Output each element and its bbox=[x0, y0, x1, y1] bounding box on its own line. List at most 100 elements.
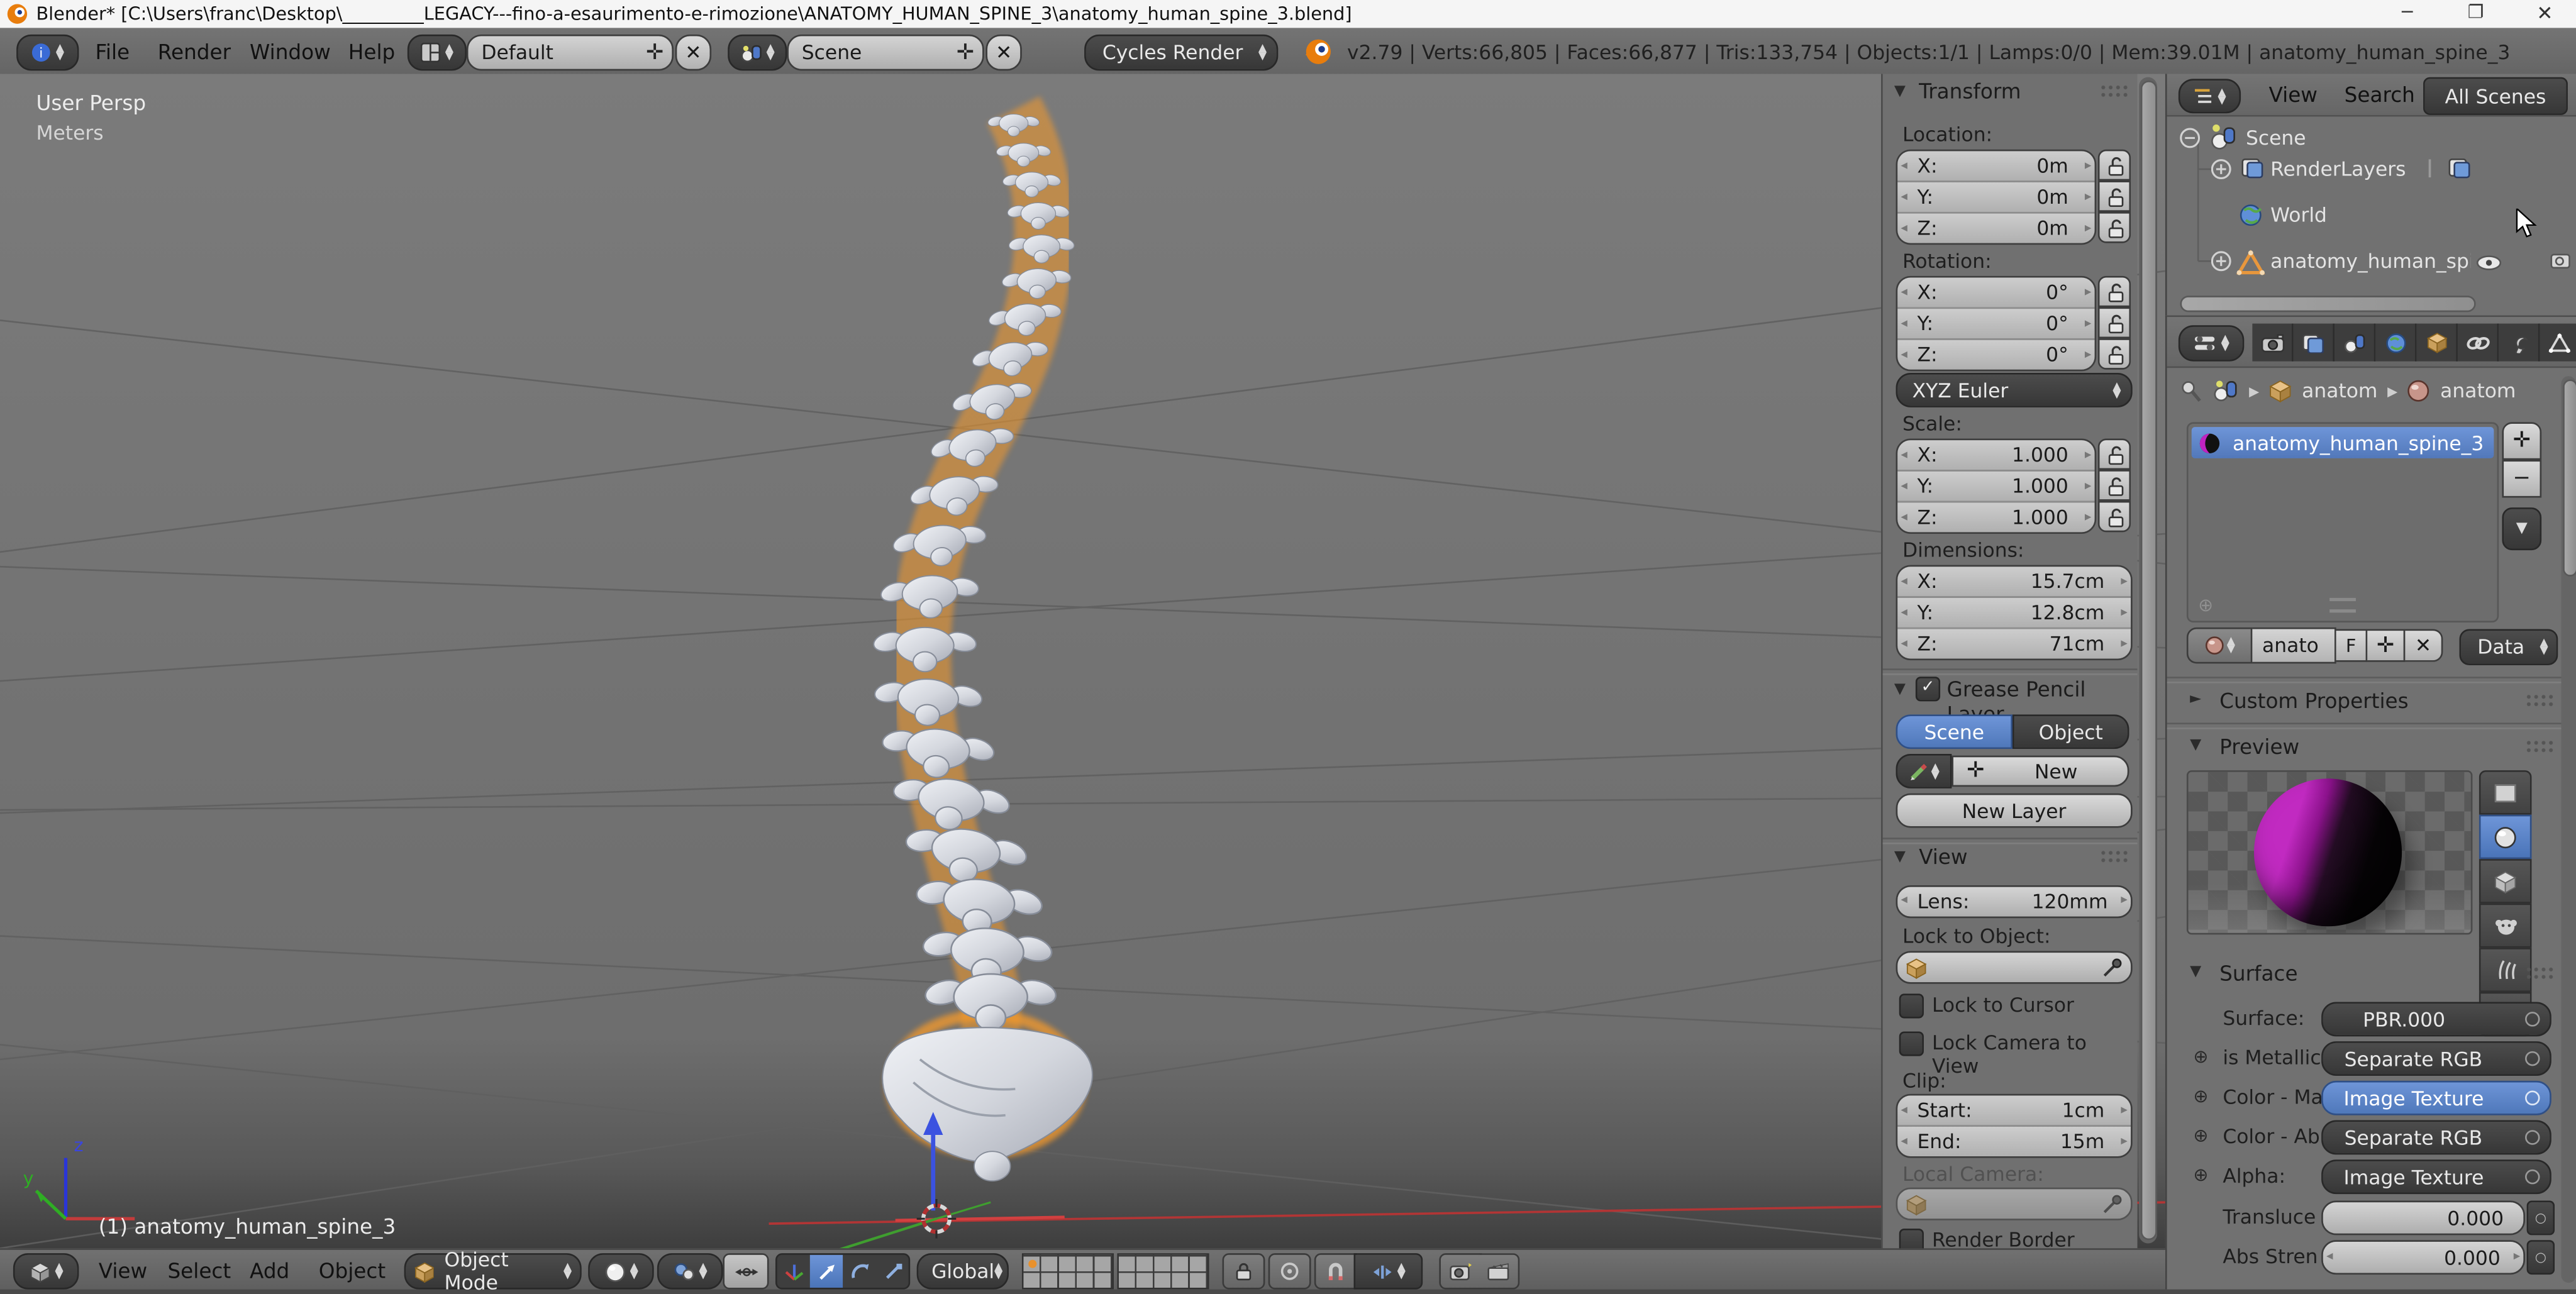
panel-grip[interactable] bbox=[2099, 84, 2129, 99]
scale-x-field[interactable]: ◂ X: 1.000 ▸ bbox=[1897, 440, 2095, 470]
collapse-icon[interactable]: ▼ bbox=[2190, 964, 2201, 980]
alpha-dropdown[interactable]: Image Texture bbox=[2321, 1159, 2551, 1195]
color-ab-dropdown[interactable]: Separate RGB bbox=[2321, 1120, 2551, 1155]
preview-hair-button[interactable] bbox=[2479, 948, 2532, 992]
material-name-field[interactable]: anato bbox=[2252, 627, 2336, 664]
collapse-icon[interactable]: ▼ bbox=[1894, 849, 1906, 866]
menu-help[interactable]: Help bbox=[338, 40, 405, 64]
editor-type-selector-3dview[interactable]: ▲ ▼ bbox=[13, 1253, 79, 1290]
preview-sphere-button[interactable] bbox=[2479, 814, 2532, 860]
location-y-field[interactable]: ◂ Y: 0m ▸ bbox=[1897, 180, 2095, 212]
proportional-edit-button[interactable] bbox=[1268, 1253, 1311, 1290]
rotation-y-field[interactable]: ◂ Y: 0° ▸ bbox=[1897, 307, 2095, 339]
add-menu[interactable]: Add bbox=[240, 1258, 299, 1283]
manipulator-axes-button[interactable] bbox=[777, 1255, 810, 1288]
panel-grip[interactable] bbox=[2525, 739, 2555, 755]
outliner-item-renderlayers[interactable]: RenderLayers bbox=[2270, 158, 2406, 181]
plus-circle-icon[interactable]: ⊕ bbox=[2193, 1086, 2208, 1107]
snap-element-dropdown[interactable]: ▲ ▼ bbox=[1353, 1253, 1423, 1290]
screen-layout-field[interactable]: Default ✛ bbox=[466, 34, 674, 71]
dimensions-y-field[interactable]: ◂ Y: 12.8cm ▸ bbox=[1897, 596, 2131, 628]
clip-start-field[interactable]: ◂ Start: 1cm ▸ bbox=[1897, 1095, 2131, 1125]
eyedropper-icon[interactable] bbox=[2101, 957, 2123, 978]
panel-grip[interactable] bbox=[2525, 966, 2555, 981]
lock-icon[interactable] bbox=[2097, 180, 2131, 212]
surface-shader-dropdown[interactable]: PBR.000 bbox=[2321, 1002, 2551, 1037]
tab-data[interactable] bbox=[2540, 323, 2576, 362]
scrollbar-thumb[interactable] bbox=[2562, 379, 2576, 577]
mode-dropdown[interactable]: Object Mode ▲ ▼ bbox=[404, 1248, 582, 1294]
minimize-button[interactable]: ─ bbox=[2402, 2, 2412, 23]
spine-model[interactable] bbox=[870, 114, 1094, 1182]
transform-orientation-dropdown[interactable]: Global ▲ ▼ bbox=[916, 1253, 1009, 1290]
lock-to-cursor-checkbox[interactable] bbox=[1899, 993, 1924, 1019]
snap-toggle-button[interactable] bbox=[1314, 1253, 1357, 1290]
material-slot-selected[interactable]: anatomy_human_spine_3 bbox=[2191, 427, 2494, 458]
breadcrumb-object[interactable]: anatom bbox=[2302, 379, 2377, 402]
outliner-menu-search[interactable]: Search bbox=[2334, 82, 2425, 107]
panel-grip[interactable] bbox=[2525, 693, 2555, 708]
lock-icon[interactable] bbox=[2097, 438, 2131, 470]
outliner-hscrollbar[interactable] bbox=[2180, 296, 2476, 312]
new-material-button[interactable]: ✛ bbox=[2367, 629, 2406, 662]
editor-type-selector-properties[interactable]: ▲ ▼ bbox=[2178, 325, 2245, 362]
preview-flat-button[interactable] bbox=[2479, 770, 2532, 815]
lock-icon[interactable] bbox=[2097, 470, 2131, 501]
delete-layout-button[interactable]: ✕ bbox=[675, 34, 712, 71]
editor-type-selector-outliner[interactable]: ▲ ▼ bbox=[2178, 79, 2241, 114]
plus-circle-icon[interactable]: ⊕ bbox=[2193, 1125, 2208, 1146]
manipulator-rotate-button[interactable] bbox=[843, 1255, 875, 1288]
select-menu[interactable]: Select bbox=[158, 1258, 241, 1283]
dimensions-x-field[interactable]: ◂ X: 15.7cm ▸ bbox=[1897, 567, 2131, 597]
pivot-point-dropdown[interactable]: ▲ ▼ bbox=[657, 1253, 723, 1290]
is-metallic-dropdown[interactable]: Separate RGB bbox=[2321, 1041, 2551, 1076]
render-engine-dropdown[interactable]: Cycles Render ▲ ▼ bbox=[1084, 34, 1279, 71]
n-panel-scrollbar[interactable] bbox=[2139, 77, 2157, 1244]
preview-monkey-button[interactable] bbox=[2479, 903, 2532, 948]
scale-z-field[interactable]: ◂ Z: 1.000 ▸ bbox=[1897, 500, 2095, 533]
gp-new-button[interactable]: ✛ New bbox=[1951, 755, 2129, 787]
lock-icon[interactable] bbox=[2097, 149, 2131, 181]
collapse-icon[interactable]: ▼ bbox=[1894, 682, 1906, 698]
location-x-field[interactable]: ◂ X: 0m ▸ bbox=[1897, 151, 2095, 181]
panel-grip[interactable] bbox=[2099, 849, 2129, 865]
collapse-icon[interactable]: ▼ bbox=[1894, 84, 1906, 100]
tab-object[interactable]: Object bbox=[2012, 714, 2129, 749]
fake-user-button[interactable]: F bbox=[2336, 629, 2368, 662]
tab-scene[interactable]: Scene bbox=[1896, 714, 2012, 749]
scene-field[interactable]: Scene ✛ bbox=[787, 34, 984, 71]
translucency-slider[interactable]: 0.000 bbox=[2321, 1200, 2526, 1236]
lock-to-scene-button[interactable] bbox=[1222, 1253, 1265, 1290]
rotation-x-field[interactable]: ◂ X: 0° ▸ bbox=[1897, 277, 2095, 307]
menu-render[interactable]: Render bbox=[148, 40, 241, 64]
opengl-render-anim-button[interactable] bbox=[1479, 1253, 1520, 1290]
screen-layout-icon-button[interactable]: ▲ ▼ bbox=[407, 34, 467, 71]
viewport-3d[interactable]: z y User Persp Meters (1) anatomy_human_… bbox=[0, 74, 2165, 1249]
manipulator-scale-button[interactable] bbox=[875, 1255, 908, 1288]
object-menu[interactable]: Object bbox=[309, 1258, 396, 1283]
menu-file[interactable]: File bbox=[86, 40, 140, 64]
unlink-material-button[interactable]: ✕ bbox=[2405, 629, 2443, 662]
view-menu[interactable]: View bbox=[89, 1258, 157, 1283]
pin-icon[interactable] bbox=[2180, 379, 2203, 403]
material-link-dropdown[interactable]: Data ▲ ▼ bbox=[2459, 629, 2558, 665]
breadcrumb-material[interactable]: anatom bbox=[2440, 379, 2516, 402]
opengl-render-still-button[interactable] bbox=[1439, 1253, 1482, 1290]
lock-icon[interactable] bbox=[2097, 307, 2131, 339]
resize-grip[interactable] bbox=[2329, 597, 2356, 613]
delete-scene-button[interactable]: ✕ bbox=[985, 34, 1022, 71]
tab-render-layers[interactable] bbox=[2293, 323, 2334, 362]
eyedropper-icon[interactable] bbox=[2101, 1193, 2123, 1215]
translucency-socket-button[interactable]: ○ bbox=[2526, 1200, 2555, 1236]
layers-widget-right[interactable] bbox=[1117, 1253, 1209, 1290]
abs-strength-slider[interactable]: ◂ 0.000 ▸ bbox=[2321, 1240, 2526, 1275]
abs-strength-socket-button[interactable]: ○ bbox=[2526, 1240, 2555, 1275]
outliner-menu-view[interactable]: View bbox=[2259, 82, 2328, 107]
tab-scene[interactable] bbox=[2334, 323, 2376, 362]
plus-circle-icon[interactable]: ⊕ bbox=[2193, 1164, 2208, 1186]
add-scene-icon[interactable]: ✛ bbox=[957, 40, 974, 65]
remove-slot-button[interactable]: − bbox=[2502, 460, 2542, 498]
tab-object[interactable] bbox=[2416, 323, 2458, 362]
preview-cube-button[interactable] bbox=[2479, 859, 2532, 904]
scale-y-field[interactable]: ◂ Y: 1.000 ▸ bbox=[1897, 470, 2095, 501]
